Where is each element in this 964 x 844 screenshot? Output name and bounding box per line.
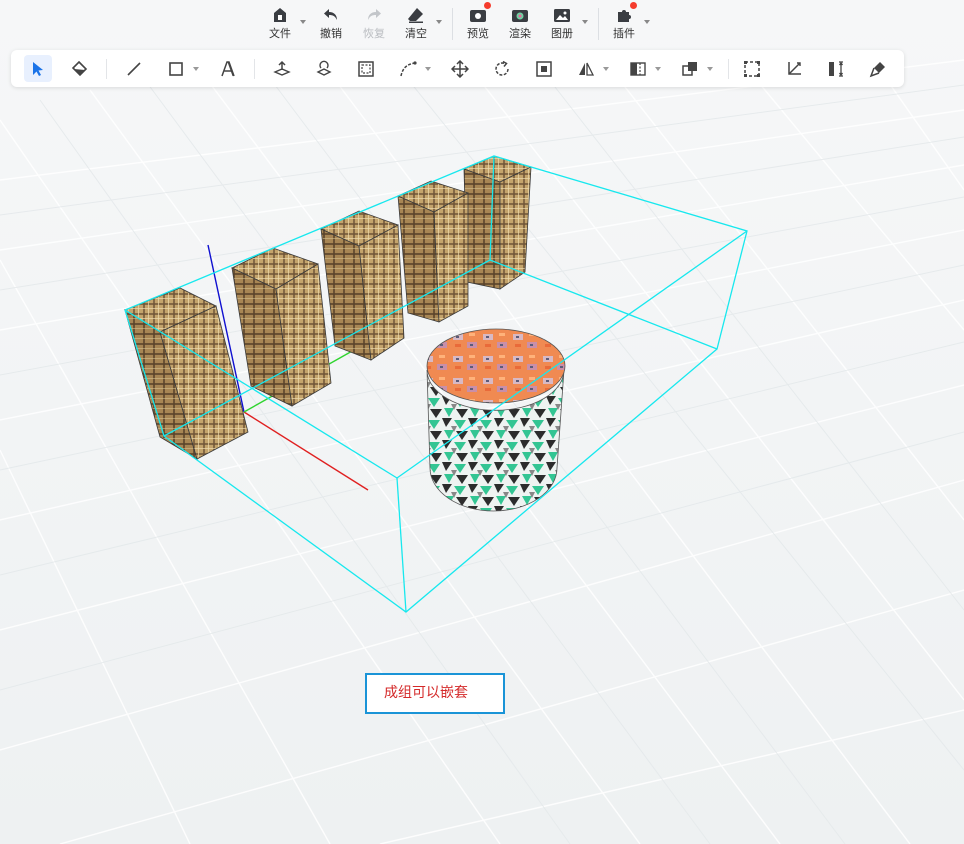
line-icon [127,62,141,76]
annotation-label: 成组可以嵌套 [365,673,505,714]
tape-measure-tool[interactable] [780,55,808,82]
render-button[interactable]: 渲染 [500,6,540,46]
chevron-down-icon [300,20,306,24]
move-tool[interactable] [446,55,474,82]
push-pull-icon [273,60,291,76]
image-icon [554,9,570,22]
file-menu[interactable]: 文件 [260,6,306,46]
paint-bucket-tool[interactable] [66,55,94,82]
clear-label: 清空 [405,27,427,40]
toolbar-divider [452,8,453,40]
chevron-down-icon [425,67,431,71]
plugins-label: 插件 [613,27,635,40]
plugins-menu[interactable]: 插件 [604,2,650,46]
scale-icon [536,61,552,77]
scale-tool[interactable] [530,55,558,82]
move-icon [451,60,469,78]
material-brush-tool[interactable] [864,55,892,82]
chevron-down-icon [582,20,588,24]
rotate-surface-icon [316,60,332,76]
tool-divider [106,59,107,79]
plaid-box-4[interactable] [397,180,469,323]
offset-tool[interactable] [352,55,380,82]
boolean-tool[interactable] [676,55,713,82]
text-3d-icon [221,61,235,77]
group-icon [744,61,760,77]
file-label: 文件 [269,27,291,40]
undo-icon [324,9,337,20]
tool-panel [11,50,904,87]
redo-label: 恢复 [363,27,385,40]
eraser-icon [408,8,423,23]
notification-dot [484,2,491,9]
group-tool[interactable] [738,55,766,82]
rotate-tool[interactable] [488,55,516,82]
align-tool[interactable] [624,55,661,82]
textured-cylinder[interactable] [426,328,566,512]
gallery-label: 图册 [551,27,573,40]
main-toolbar: 文件 撤销 恢复 清空 预览 渲染 图册 插件 [0,0,964,46]
undo-label: 撤销 [320,27,342,40]
preview-button[interactable]: 预览 [458,2,498,46]
toolbar-divider [598,8,599,40]
clear-menu[interactable]: 清空 [396,6,442,46]
rotate-surface-tool[interactable] [310,55,338,82]
dimension-icon [829,61,844,77]
chevron-down-icon [707,67,713,71]
chevron-down-icon [644,20,650,24]
chevron-down-icon [193,67,199,71]
chevron-down-icon [436,20,442,24]
gallery-menu[interactable]: 图册 [542,6,588,46]
align-icon [630,62,646,76]
mirror-tool[interactable] [572,55,609,82]
boolean-icon [682,62,697,76]
rotate-icon [495,60,509,76]
chevron-down-icon [655,67,661,71]
undo-button[interactable]: 撤销 [311,6,351,46]
rectangle-icon [169,62,183,76]
mirror-icon [579,62,595,76]
render-label: 渲染 [509,27,531,40]
select-tool[interactable] [24,55,52,82]
redo-icon [368,9,381,20]
offset-icon [358,61,374,77]
camera-icon [470,10,486,22]
curve-tool[interactable] [394,55,431,82]
redo-button[interactable]: 恢复 [354,6,394,46]
chevron-down-icon [603,67,609,71]
push-pull-tool[interactable] [268,55,296,82]
material-brush-icon [869,62,885,78]
tool-divider [728,59,729,79]
tool-divider [254,59,255,79]
file-home-icon [274,8,286,22]
text-3d-tool[interactable] [214,55,242,82]
notification-dot [630,2,637,9]
preview-label: 预览 [467,27,489,40]
paint-bucket-icon [71,60,88,77]
tape-measure-icon [788,62,801,75]
3d-viewport[interactable] [0,0,964,844]
puzzle-icon [618,10,631,22]
line-tool[interactable] [120,55,148,82]
render-icon [512,10,528,22]
rectangle-tool[interactable] [162,55,199,82]
select-arrow-icon [33,62,43,76]
curve-icon [400,61,417,77]
dimension-tool[interactable] [822,55,850,82]
